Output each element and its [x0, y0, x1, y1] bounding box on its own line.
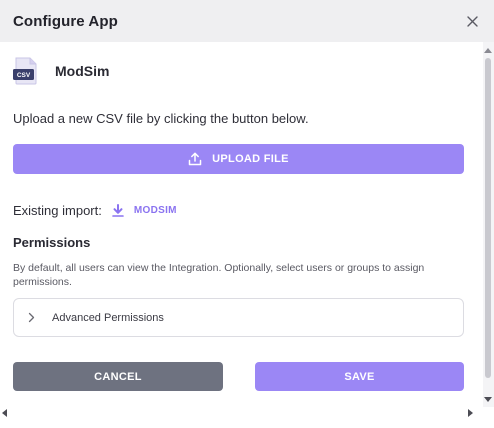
chevron-right-icon — [28, 312, 35, 323]
save-button[interactable]: SAVE — [255, 362, 464, 391]
app-name: ModSim — [55, 63, 110, 79]
existing-import-label: Existing import: — [13, 203, 102, 218]
advanced-permissions-label: Advanced Permissions — [52, 311, 164, 324]
permissions-heading: Permissions — [13, 235, 91, 250]
upload-icon — [188, 152, 202, 166]
dialog-title: Configure App — [13, 12, 118, 30]
upload-file-label: UPLOAD FILE — [212, 153, 289, 165]
csv-file-icon: CSV — [13, 57, 37, 85]
cancel-button[interactable]: CANCEL — [13, 362, 223, 391]
existing-import-link[interactable]: MODSIM — [134, 205, 177, 216]
cancel-label: CANCEL — [94, 370, 142, 383]
configure-app-dialog: Configure App CSV ModSim Upload a new CS… — [0, 0, 494, 428]
save-label: SAVE — [344, 370, 375, 383]
app-identity: CSV ModSim — [13, 57, 109, 85]
advanced-permissions-toggle[interactable]: Advanced Permissions — [13, 298, 464, 337]
horizontal-scrollbar[interactable] — [0, 407, 494, 421]
close-button[interactable] — [464, 13, 480, 29]
vertical-scrollbar-thumb[interactable] — [485, 58, 491, 378]
close-icon — [466, 15, 478, 27]
upload-instructions: Upload a new CSV file by clicking the bu… — [13, 111, 309, 126]
download-icon[interactable] — [112, 204, 124, 217]
vertical-scrollbar[interactable] — [483, 42, 494, 407]
dialog-header: Configure App — [0, 0, 494, 42]
csv-badge: CSV — [17, 72, 31, 79]
scroll-right-arrow-icon[interactable] — [468, 409, 473, 417]
scroll-up-arrow-icon[interactable] — [484, 48, 492, 53]
upload-file-button[interactable]: UPLOAD FILE — [13, 144, 464, 174]
scroll-left-arrow-icon[interactable] — [2, 409, 7, 417]
scroll-down-arrow-icon[interactable] — [484, 397, 492, 402]
existing-import: Existing import: MODSIM — [13, 203, 177, 218]
permissions-description: By default, all users can view the Integ… — [13, 262, 425, 288]
